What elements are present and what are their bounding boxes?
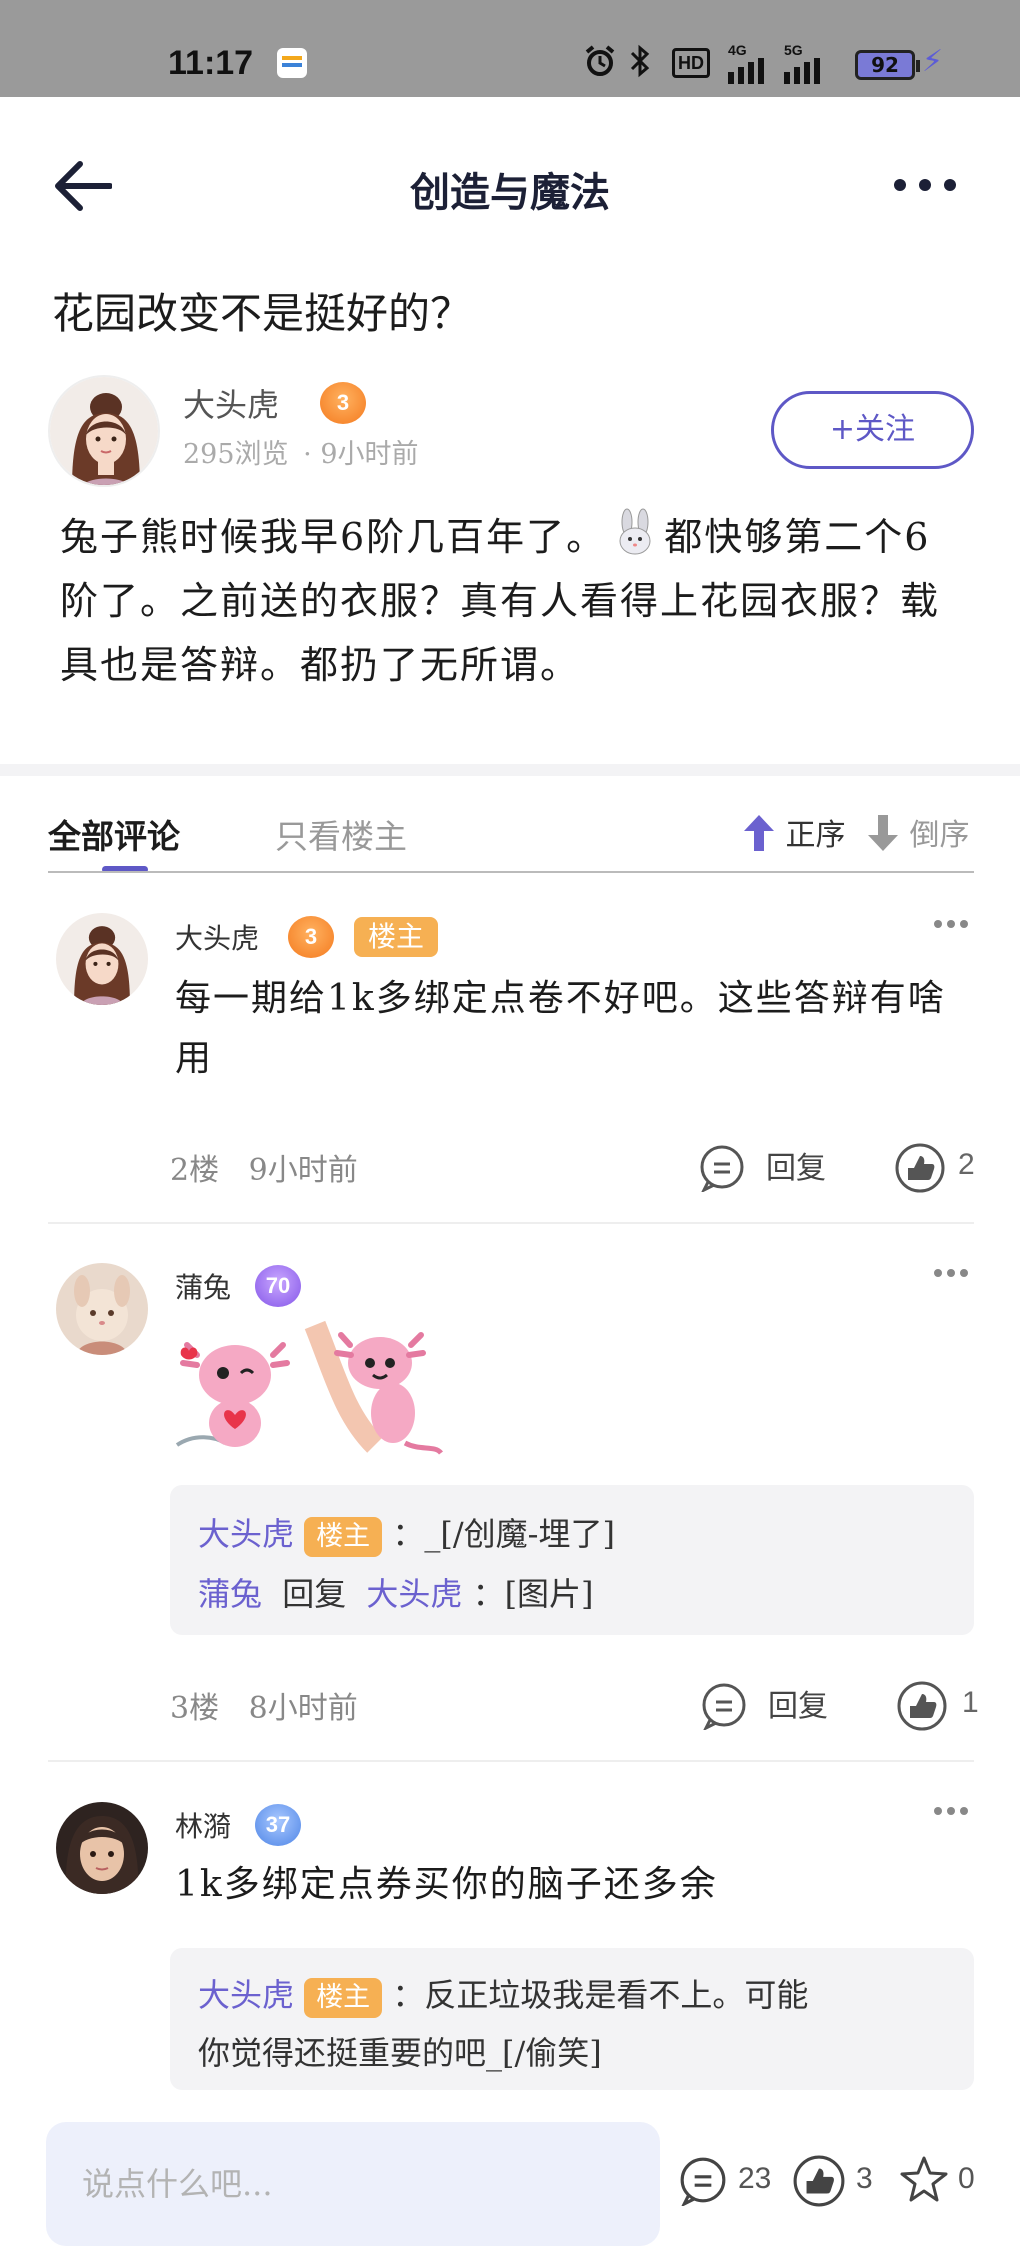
bluetooth-icon <box>630 44 650 78</box>
floor-number: 3楼 <box>170 1691 220 1726</box>
comment-avatar[interactable] <box>56 913 148 1005</box>
comment-level-badge: 37 <box>255 1804 301 1846</box>
view-count: 295浏览 <box>183 439 289 470</box>
sticker-image[interactable] <box>175 1315 445 1455</box>
follow-button[interactable]: +关注 <box>771 391 974 469</box>
status-time: 11:17 <box>168 44 254 82</box>
signal-bars-icon <box>728 58 764 84</box>
op-badge: 楼主 <box>304 1516 383 1557</box>
likes-count: 3 <box>856 2162 873 2195</box>
reply-icon[interactable] <box>698 1144 746 1192</box>
sort-descending-button[interactable]: 倒序 <box>866 810 970 854</box>
rabbit-emoji-icon <box>619 508 651 555</box>
hd-icon: HD <box>672 48 710 78</box>
reply-button[interactable]: 回复 <box>768 1681 828 1725</box>
comment-input[interactable] <box>46 2122 660 2246</box>
post-body: 兔子熊时候我早6阶几百年了。 都快够第二个6阶了。之前送的衣服？真有人看得上花园… <box>60 505 960 697</box>
post-meta: 295浏览 · 9小时前 <box>183 439 419 470</box>
post-body-part1: 兔子熊时候我早6阶几百年了。 <box>60 515 607 559</box>
reply-item[interactable]: 大头虎 楼主 ：_[/创魔-埋了] <box>198 1509 615 1557</box>
sort-asc-label: 正序 <box>785 818 846 853</box>
op-badge: 楼主 <box>354 917 439 957</box>
favorites-count: 0 <box>958 2162 975 2195</box>
tab-op-only[interactable]: 只看楼主 <box>275 810 407 858</box>
comment-footer: 3楼 8小时前 <box>170 1683 358 1727</box>
avatar-image <box>56 1263 148 1355</box>
floor-number: 2楼 <box>170 1153 220 1188</box>
author-name[interactable]: 大头虎 <box>183 380 279 426</box>
reply-text-continued: 你觉得还挺重要的吧_[/偷笑] <box>198 2034 602 2072</box>
section-divider <box>0 764 1020 776</box>
arrow-down-icon <box>868 815 898 851</box>
battery-icon: 92 <box>855 50 920 80</box>
reply-target[interactable]: 大头虎 <box>366 1575 462 1613</box>
reply-thread[interactable]: 大头虎 楼主 ：反正垃圾我是看不上。可能 你觉得还挺重要的吧_[/偷笑] <box>170 1948 974 2090</box>
like-icon[interactable] <box>894 1142 946 1194</box>
alarm-icon <box>585 45 615 76</box>
reply-author[interactable]: 蒲兔 <box>198 1575 262 1613</box>
avatar-image <box>56 1802 148 1894</box>
comment-more-icon[interactable] <box>933 919 969 929</box>
comment-more-icon[interactable] <box>933 1268 969 1278</box>
sort-desc-label: 倒序 <box>909 818 970 853</box>
comment-separator <box>48 1760 974 1762</box>
more-options-icon[interactable] <box>890 170 960 200</box>
like-count: 1 <box>962 1686 979 1719</box>
reply-item[interactable]: 蒲兔 回复 大头虎 ：[图片] <box>198 1569 594 1615</box>
comment-author[interactable]: 大头虎 <box>175 917 259 957</box>
reply-icon[interactable] <box>700 1682 748 1730</box>
page-title: 创造与魔法 <box>410 169 610 216</box>
comment-input-bar[interactable] <box>46 2122 660 2246</box>
post-title: 花园改变不是挺好的？ <box>52 289 473 338</box>
reply-text: ：[图片] <box>472 1575 594 1613</box>
sort-ascending-button[interactable]: 正序 <box>742 810 846 854</box>
avatar-image <box>56 913 148 1005</box>
comment-avatar[interactable] <box>56 1263 148 1355</box>
author-avatar[interactable] <box>48 375 160 487</box>
avatar-image <box>50 377 158 485</box>
comment-time: 9小时前 <box>248 1153 358 1188</box>
author-level-badge: 3 <box>320 382 366 424</box>
reply-text: ：_[/创魔-埋了] <box>392 1515 615 1553</box>
comment-time: 8小时前 <box>248 1691 358 1726</box>
op-badge: 楼主 <box>304 1977 383 2018</box>
tab-all-comments[interactable]: 全部评论 <box>48 810 180 858</box>
comment-level-badge: 70 <box>255 1265 301 1307</box>
reply-author[interactable]: 大头虎 <box>198 1976 294 2014</box>
reply-item[interactable]: 大头虎 楼主 ：反正垃圾我是看不上。可能 <box>198 1970 808 2018</box>
comments-count: 23 <box>738 2162 772 2195</box>
comment-text: 1k多绑定点券买你的脑子还多余 <box>175 1864 718 1905</box>
comment-text: 每一期给1k多绑定点卷不好吧。这些答辩有啥用 <box>175 978 946 1079</box>
comment-author[interactable]: 林漪 <box>175 1805 231 1845</box>
reply-button[interactable]: 回复 <box>766 1143 826 1187</box>
reply-author[interactable]: 大头虎 <box>198 1515 294 1553</box>
reply-thread[interactable]: 大头虎 楼主 ：_[/创魔-埋了] 蒲兔 回复 大头虎 ：[图片] <box>170 1485 974 1635</box>
like-count: 2 <box>958 1148 975 1181</box>
comment-avatar[interactable] <box>56 1802 148 1894</box>
star-icon[interactable] <box>898 2154 950 2206</box>
comment-author[interactable]: 蒲兔 <box>175 1266 231 1306</box>
charging-icon: ⚡ <box>922 44 944 79</box>
arrow-up-icon <box>744 815 774 851</box>
tabs-baseline <box>48 871 974 873</box>
reply-verb: 回复 <box>282 1575 347 1613</box>
comment-separator <box>48 1222 974 1224</box>
like-icon[interactable] <box>896 1680 948 1732</box>
status-bar: 11:17 HD 4G 5G 92 ⚡ <box>0 0 1020 97</box>
comments-icon[interactable] <box>678 2156 728 2206</box>
comment-more-icon[interactable] <box>933 1806 969 1816</box>
comment-level-badge: 3 <box>288 916 334 958</box>
reply-text: ：反正垃圾我是看不上。可能 <box>392 1976 809 2014</box>
signal-bars-2-icon <box>784 58 820 84</box>
notification-app-icon <box>277 48 307 78</box>
comment-footer: 2楼 9小时前 <box>170 1145 358 1189</box>
like-icon[interactable] <box>792 2154 846 2208</box>
post-time: 9小时前 <box>320 439 419 470</box>
